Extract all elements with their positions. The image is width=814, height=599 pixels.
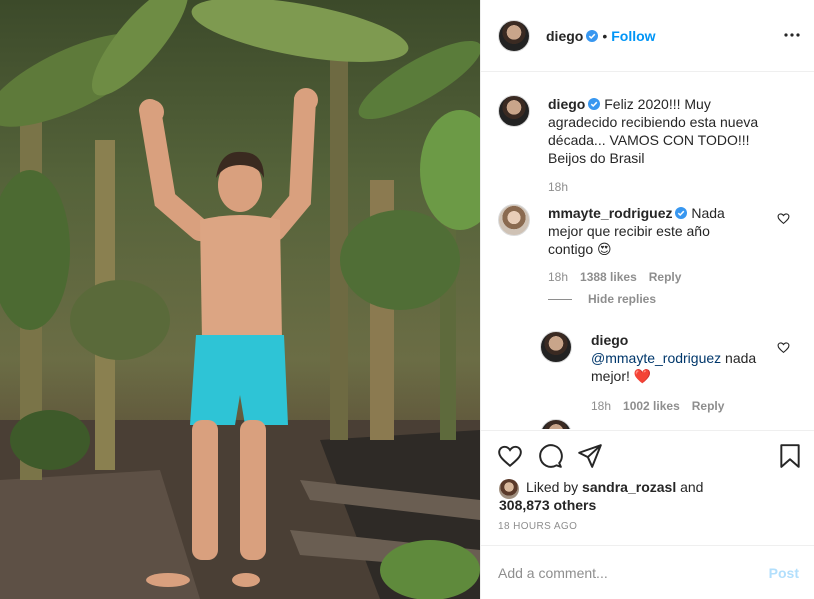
comment-username[interactable]: mmayte_rodriguez	[548, 205, 672, 221]
caption-username[interactable]: diego	[548, 96, 585, 112]
caption-line-4: Beijos do Brasil	[548, 150, 645, 166]
comment-text: mmayte_rodriguez Nada mejor que recibir …	[548, 204, 768, 258]
post-side-panel: diego • Follow diego Feliz 2020!!! Muy a…	[480, 0, 814, 599]
comment-like-heart-icon[interactable]	[777, 212, 790, 225]
hide-replies-button[interactable]: Hide replies	[588, 292, 656, 306]
more-options-icon[interactable]	[783, 26, 801, 44]
author-username[interactable]: diego	[546, 28, 583, 44]
comment-line-3: contigo 😍	[548, 241, 612, 257]
reply-author-avatar[interactable]	[540, 331, 572, 363]
header-separator: •	[602, 27, 608, 44]
caption: diego Feliz 2020!!! Muy agradecido recib…	[548, 95, 798, 167]
add-comment-input[interactable]	[498, 563, 748, 583]
reply-text-after: nada	[721, 350, 757, 366]
post-comment-button[interactable]: Post	[769, 565, 799, 581]
add-comment-bar: Post	[481, 545, 814, 599]
reply-line-2: mejor! ❤️	[591, 368, 652, 384]
photo-illustration	[0, 0, 480, 599]
comment-line-1: Nada	[691, 205, 725, 221]
post-photo[interactable]	[0, 0, 480, 599]
caption-age: 18h	[548, 180, 569, 194]
follow-button[interactable]: Follow	[611, 28, 655, 44]
likes-summary: Liked by sandra_rozasl and	[526, 478, 703, 496]
comment-icon[interactable]	[537, 443, 563, 469]
comment-likes[interactable]: 1388 likes	[580, 270, 637, 284]
hide-replies-line	[548, 299, 572, 300]
comment-meta: 18h 1388 likes Reply	[548, 270, 681, 284]
verified-badge-icon	[588, 98, 601, 110]
caption-line-3: década... VAMOS CON TODO!!!	[548, 132, 750, 148]
post-timestamp[interactable]: 18 HOURS AGO	[498, 521, 577, 532]
verified-badge-icon	[675, 207, 688, 219]
reply-reply-button[interactable]: Reply	[692, 399, 725, 413]
reply-mention[interactable]: @mmayte_rodriguez	[591, 350, 721, 366]
reply-text: diego @mmayte_rodriguez nada mejor! ❤️	[591, 331, 771, 385]
likes-user[interactable]: sandra_rozasl	[582, 479, 676, 495]
comment-age: 18h	[548, 270, 569, 284]
caption-author-avatar[interactable]	[498, 95, 530, 127]
likes-others[interactable]: 308,873 others	[499, 497, 596, 513]
comment-reply-button[interactable]: Reply	[649, 270, 682, 284]
reply-age: 18h	[591, 399, 612, 413]
heart-icon[interactable]	[497, 443, 523, 469]
reply-meta: 18h 1002 likes Reply	[591, 399, 724, 413]
post-actions: Liked by sandra_rozasl and 308,873 other…	[481, 430, 814, 554]
caption-line-1: Feliz 2020!!! Muy	[604, 96, 711, 112]
next-comment-avatar[interactable]	[540, 419, 572, 429]
likes-count-line: 308,873 others	[499, 496, 596, 514]
reply-likes[interactable]: 1002 likes	[623, 399, 680, 413]
bookmark-icon[interactable]	[777, 443, 803, 469]
reply-like-heart-icon[interactable]	[777, 341, 790, 354]
comment-line-2: mejor que recibir este año	[548, 223, 710, 239]
share-icon[interactable]	[577, 443, 603, 469]
post-header: diego • Follow	[481, 0, 814, 72]
verified-badge-icon	[586, 29, 599, 42]
comments-list[interactable]: diego Feliz 2020!!! Muy agradecido recib…	[481, 73, 814, 429]
likes-and: and	[676, 479, 704, 495]
likes-prefix: Liked by	[526, 479, 583, 495]
reply-username[interactable]: diego	[591, 332, 628, 348]
caption-line-2: agradecido recibiendo esta nueva	[548, 114, 759, 130]
commenter-avatar[interactable]	[498, 204, 530, 236]
author-avatar[interactable]	[498, 19, 530, 52]
